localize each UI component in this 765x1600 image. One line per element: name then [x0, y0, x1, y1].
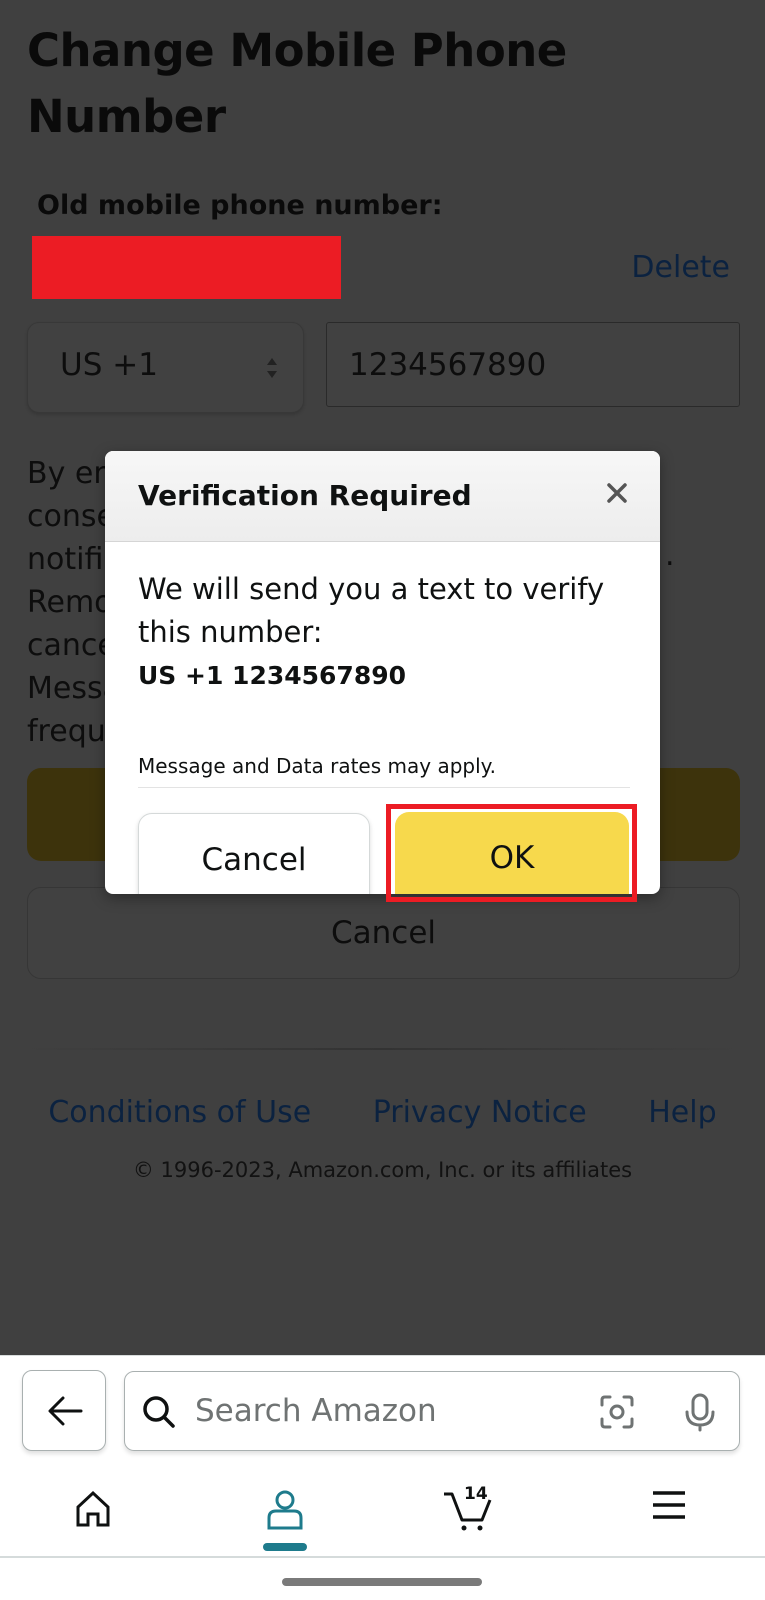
bottom-nav: 14 [0, 1466, 765, 1556]
footer-links: Conditions of Use Privacy Notice Help [0, 1095, 765, 1130]
cart-count-badge: 14 [464, 1484, 488, 1504]
modal-header: Verification Required [105, 451, 660, 542]
country-code-value: US +1 [60, 347, 158, 383]
nav-divider [0, 1556, 765, 1558]
help-link[interactable]: Help [648, 1095, 716, 1130]
system-home-indicator[interactable] [282, 1578, 482, 1586]
nav-menu[interactable] [611, 1466, 731, 1556]
back-button[interactable] [22, 1370, 106, 1451]
modal-divider [138, 787, 630, 788]
delete-link[interactable]: Delete [631, 250, 730, 285]
modal-message: We will send you a text to verify this n… [138, 572, 605, 649]
verification-modal: Verification Required We will send you a… [105, 451, 660, 894]
footer-divider [18, 1048, 747, 1050]
old-number-label: Old mobile phone number: [37, 190, 443, 221]
modal-title: Verification Required [138, 479, 472, 512]
modal-cancel-button[interactable]: Cancel [138, 813, 370, 894]
modal-phone-number: US +1 1234567890 [138, 661, 407, 690]
microphone-icon[interactable] [683, 1392, 717, 1432]
consent-trailing-period: . [665, 538, 675, 573]
camera-scan-icon[interactable] [599, 1394, 635, 1430]
page-title: Change Mobile Phone Number [27, 24, 567, 143]
back-arrow-icon [48, 1396, 83, 1426]
search-icon [143, 1396, 175, 1428]
modal-rates-note: Message and Data rates may apply. [138, 754, 496, 778]
redacted-old-number [32, 236, 341, 299]
phone-number-input[interactable] [326, 322, 740, 407]
close-icon[interactable] [602, 478, 632, 508]
hamburger-menu-icon [653, 1491, 685, 1519]
page-cancel-button[interactable]: Cancel [27, 887, 740, 979]
select-arrows-icon [267, 358, 277, 378]
nav-you[interactable] [225, 1466, 345, 1556]
bottom-bar: 14 [0, 1355, 765, 1600]
modal-ok-button[interactable]: OK [395, 812, 629, 894]
active-tab-indicator [263, 1543, 307, 1551]
nav-home[interactable] [33, 1466, 153, 1556]
country-code-select[interactable]: US +1 [27, 322, 304, 413]
search-input[interactable] [195, 1380, 575, 1442]
search-bar[interactable] [124, 1371, 740, 1451]
conditions-of-use-link[interactable]: Conditions of Use [48, 1095, 311, 1130]
person-icon [267, 1490, 303, 1530]
copyright: © 1996-2023, Amazon.com, Inc. or its aff… [132, 1158, 633, 1182]
privacy-notice-link[interactable]: Privacy Notice [373, 1095, 587, 1130]
home-icon [76, 1490, 110, 1527]
nav-cart[interactable]: 14 [416, 1466, 536, 1556]
